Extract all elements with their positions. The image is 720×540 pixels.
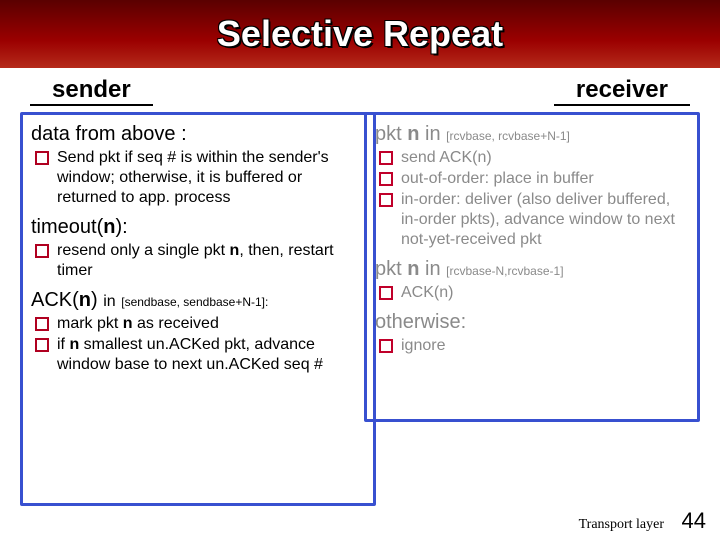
list-item-text: Send pkt if seq # is within the sender's… [57,148,365,208]
list-item: in-order: deliver (also deliver buffered… [375,190,689,250]
bullet-icon [35,317,49,331]
receiver-sect3-list: ignore [375,336,689,356]
list-item-text: in-order: deliver (also deliver buffered… [401,190,689,250]
bullet-icon [379,193,393,207]
list-item: out-of-order: place in buffer [375,169,689,189]
sender-sect3-list: mark pkt n as receivedif n smallest un.A… [31,314,365,375]
receiver-sect2-list: ACK(n) [375,283,689,303]
list-item: Send pkt if seq # is within the sender's… [31,148,365,208]
receiver-box: pkt n in [rcvbase, rcvbase+N-1] send ACK… [364,112,700,422]
title-bar: Selective Repeat [0,0,720,68]
sender-sect2-list: resend only a single pkt n, then, restar… [31,241,365,281]
list-item: ACK(n) [375,283,689,303]
bullet-icon [35,151,49,165]
bullet-icon [379,151,393,165]
list-item: send ACK(n) [375,148,689,168]
list-item: resend only a single pkt n, then, restar… [31,241,365,281]
page-number: 44 [682,508,706,533]
list-item: if n smallest un.ACKed pkt, advance wind… [31,335,365,375]
list-item: mark pkt n as received [31,314,365,334]
footer-label: Transport layer [579,517,664,532]
list-item-text: ACK(n) [401,283,689,303]
slide-title: Selective Repeat [217,13,503,55]
sender-sect3-heading: ACK(n) in [sendbase, sendbase+N-1]: [31,289,365,312]
bullet-icon [35,244,49,258]
sender-sect1-list: Send pkt if seq # is within the sender's… [31,148,365,208]
receiver-sect2-heading: pkt n in [rcvbase-N,rcvbase-1] [375,258,689,281]
bullet-icon [379,286,393,300]
receiver-sect1-list: send ACK(n)out-of-order: place in buffer… [375,148,689,250]
receiver-heading: receiver [554,76,690,106]
list-item-text: send ACK(n) [401,148,689,168]
list-item-text: ignore [401,336,689,356]
sender-heading: sender [30,76,153,106]
receiver-sect3-heading: otherwise: [375,311,689,334]
sender-box: data from above : Send pkt if seq # is w… [20,112,376,506]
bullet-icon [379,172,393,186]
list-item-text: if n smallest un.ACKed pkt, advance wind… [57,335,365,375]
sender-sect1-heading: data from above : [31,123,365,146]
list-item: ignore [375,336,689,356]
bullet-icon [379,339,393,353]
list-item-text: out-of-order: place in buffer [401,169,689,189]
receiver-sect1-heading: pkt n in [rcvbase, rcvbase+N-1] [375,123,689,146]
slide-body: sender receiver data from above : Send p… [0,68,720,508]
list-item-text: mark pkt n as received [57,314,365,334]
sender-sect2-heading: timeout(n): [31,216,365,239]
list-item-text: resend only a single pkt n, then, restar… [57,241,365,281]
bullet-icon [35,338,49,352]
footer: Transport layer 44 [579,508,706,534]
